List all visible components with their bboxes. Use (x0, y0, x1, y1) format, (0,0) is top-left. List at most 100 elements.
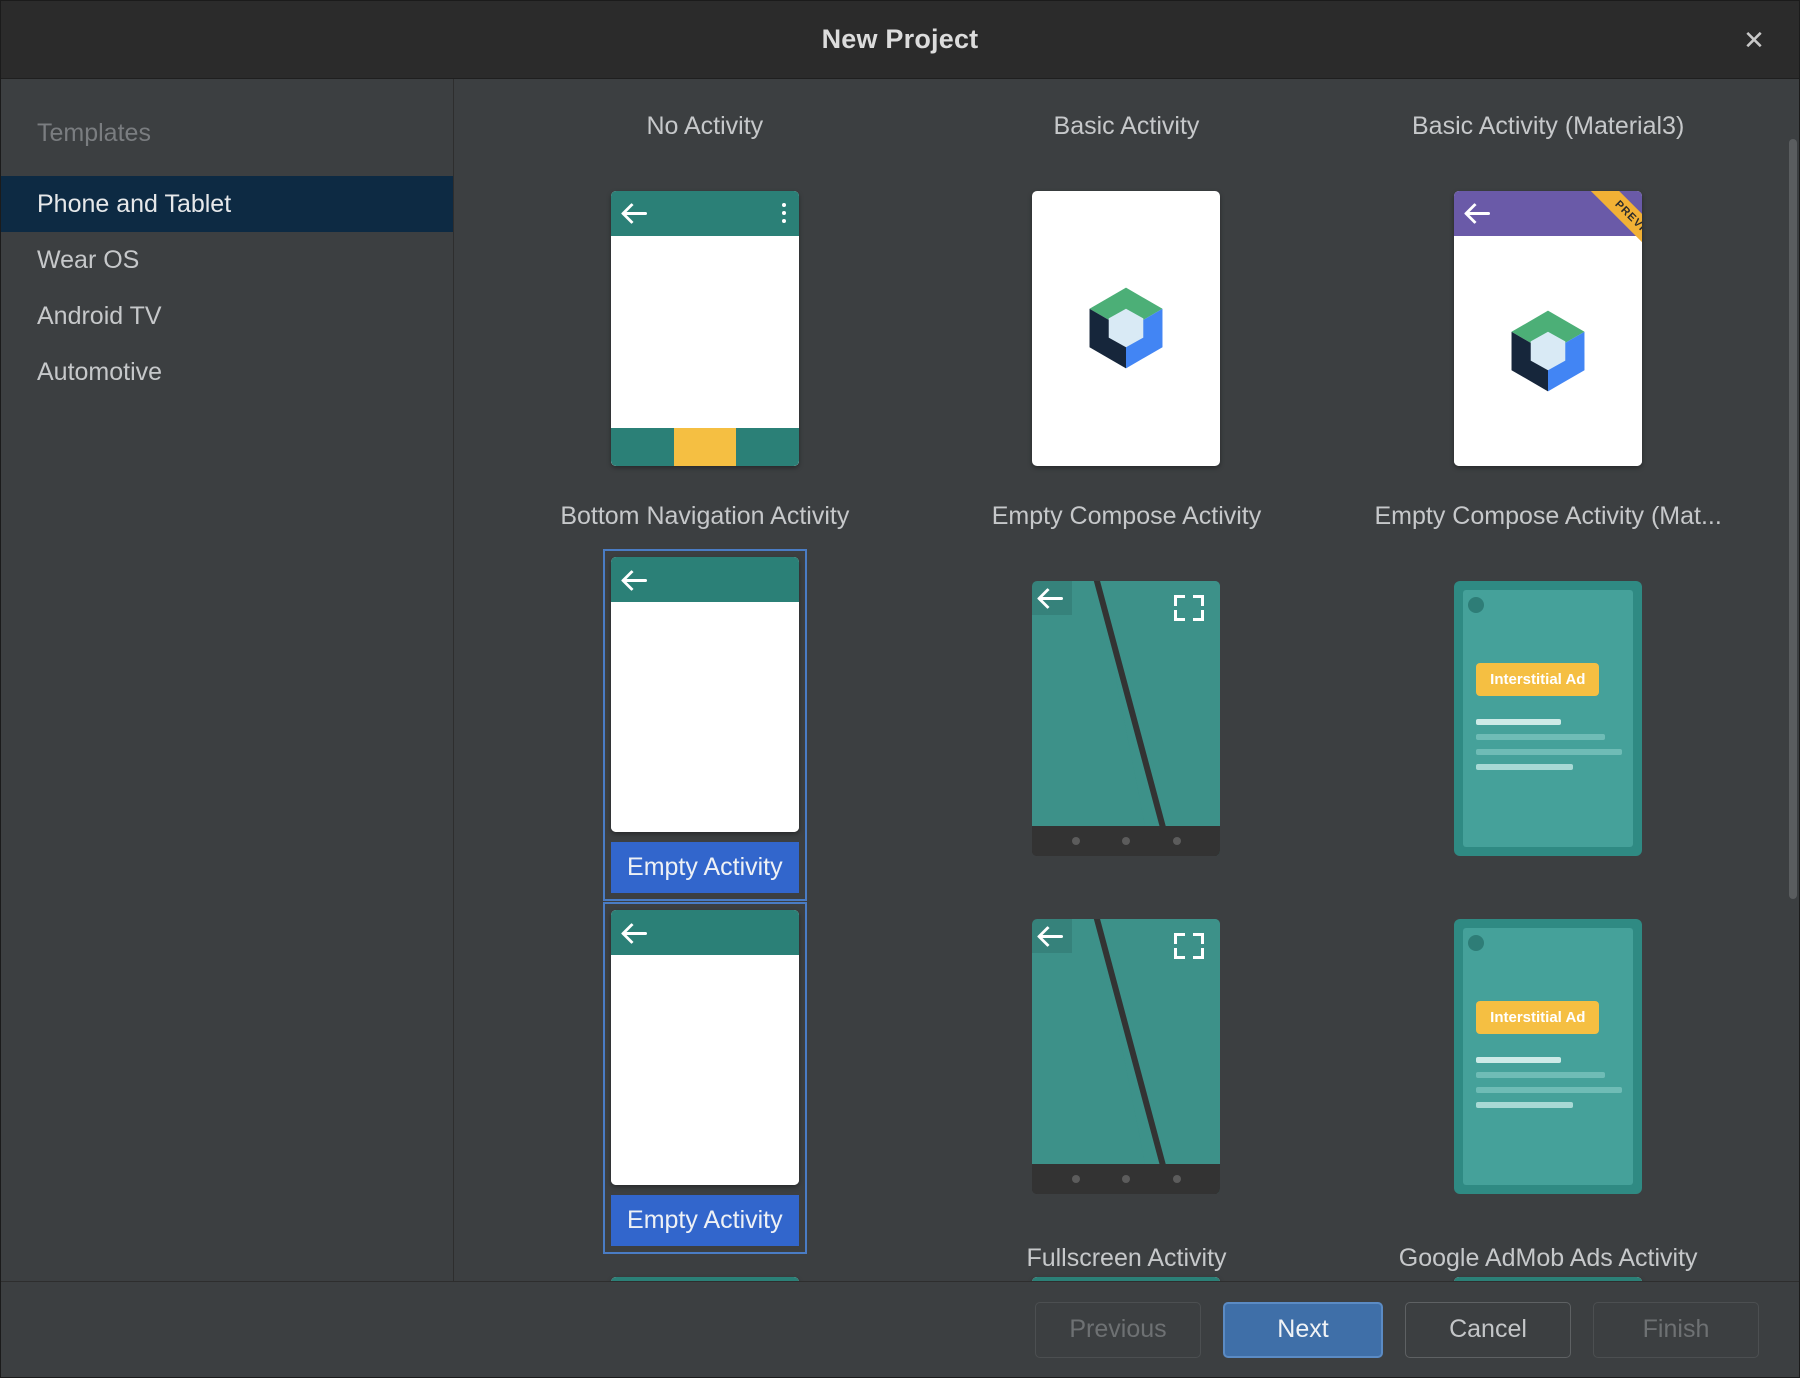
template-card-no-activity[interactable]: No Activity (494, 107, 916, 497)
nav-dot (1072, 837, 1080, 845)
close-icon[interactable]: ✕ (1735, 21, 1773, 59)
sidebar-item-phone-and-tablet[interactable]: Phone and Tablet (1, 176, 453, 232)
sidebar-header: Templates (1, 105, 453, 176)
template-thumbnail (494, 159, 916, 497)
phone-mock-fullscreen (1032, 919, 1220, 1194)
nav-dot (1173, 837, 1181, 845)
phone-mock-master-detail: ★ (1032, 1277, 1220, 1281)
back-arrow-icon (1039, 925, 1065, 947)
template-thumbnail (1337, 1277, 1759, 1281)
bottom-nav-segment (611, 428, 674, 466)
phone-mock-login (1454, 1277, 1642, 1281)
sidebar-item-label: Phone and Tablet (37, 190, 231, 219)
system-navigation-bar (1032, 1164, 1220, 1194)
nav-dot (1122, 1175, 1130, 1183)
app-bar (1032, 1277, 1220, 1281)
phone-content (611, 955, 799, 1185)
template-thumbnail: ★ (916, 1277, 1338, 1281)
app-bar (1454, 191, 1642, 236)
sidebar-item-label: Automotive (37, 358, 162, 387)
templates-sidebar: Templates Phone and Tablet Wear OS Andro… (1, 79, 454, 1281)
template-thumbnail (916, 549, 1338, 887)
phone-mock-admob: Interstitial Ad (1454, 581, 1642, 856)
template-thumbnail: Empty Activity (494, 887, 916, 1269)
nav-dot (1173, 1175, 1181, 1183)
dialog-body: Templates Phone and Tablet Wear OS Andro… (1, 79, 1799, 1281)
admob-interstitial-button: Interstitial Ad (1476, 1001, 1599, 1034)
fullscreen-expand-icon (1174, 933, 1204, 959)
selected-template-label: Empty Activity (611, 842, 799, 893)
template-thumbnail (916, 159, 1338, 497)
bottom-nav-segment-active (674, 428, 737, 466)
template-card-empty-activity[interactable]: Empty Activity (494, 887, 916, 1277)
template-label: No Activity (636, 107, 773, 145)
dialog-title: New Project (822, 24, 979, 55)
template-card-basic-activity-material3[interactable]: Basic Activity (Material3) (1337, 107, 1759, 497)
app-bar (611, 1277, 799, 1281)
app-bar (1032, 581, 1072, 615)
template-card-empty-compose-activity[interactable]: Empty Compose Activity (916, 497, 1338, 887)
app-bar (611, 910, 799, 955)
phone-content (611, 236, 799, 466)
cancel-button[interactable]: Cancel (1405, 1302, 1571, 1358)
admob-text-lines (1476, 1057, 1622, 1117)
nav-dot (1122, 837, 1130, 845)
admob-dot-icon (1468, 597, 1484, 613)
back-arrow-icon (623, 202, 649, 224)
bottom-nav-segment (736, 428, 799, 466)
phone-mock-admob: Interstitial Ad (1454, 919, 1642, 1194)
sidebar-item-wear-os[interactable]: Wear OS (1, 232, 453, 288)
sidebar-item-label: Wear OS (37, 246, 139, 275)
dialog-footer: Previous Next Cancel Finish (1, 1281, 1799, 1377)
template-label: Fullscreen Activity (1016, 1239, 1236, 1277)
new-project-dialog: New Project ✕ Templates Phone and Tablet… (0, 0, 1800, 1378)
templates-scrollbar[interactable] (1789, 139, 1797, 899)
template-label: Basic Activity (Material3) (1402, 107, 1694, 145)
dialog-titlebar: New Project ✕ (1, 1, 1799, 79)
nav-dot (1072, 1175, 1080, 1183)
app-bar (611, 191, 799, 236)
bottom-navigation-bar (611, 428, 799, 466)
template-thumbnail (916, 887, 1338, 1225)
next-button[interactable]: Next (1223, 1302, 1383, 1358)
phone-mock-no-activity (611, 191, 799, 466)
template-label: Empty Compose Activity (Mat... (1364, 497, 1731, 535)
template-card-login-activity[interactable] (1337, 1277, 1759, 1281)
back-arrow-icon (623, 569, 649, 591)
template-card-empty-compose-activity-material3[interactable]: Empty Compose Activity (Mat... Interstit… (1337, 497, 1759, 887)
template-thumbnail (494, 1277, 916, 1281)
jetpack-compose-logo-icon (1500, 303, 1596, 399)
fullscreen-expand-icon (1174, 595, 1204, 621)
selected-template-card[interactable]: Empty Activity (603, 549, 807, 901)
template-card-bottom-navigation-activity[interactable]: Bottom Navigation Activity Empty Activit… (494, 497, 916, 887)
templates-grid-panel: No Activity (454, 79, 1799, 1281)
previous-button[interactable]: Previous (1035, 1302, 1201, 1358)
admob-dot-icon (1468, 935, 1484, 951)
app-bar (1454, 1277, 1642, 1281)
templates-grid: No Activity (454, 79, 1799, 1281)
template-card-basic-activity[interactable]: Basic Activity (916, 107, 1338, 497)
phone-mock-basic-activity (1032, 191, 1220, 466)
template-card-master-detail-flow[interactable]: ★ (916, 1277, 1338, 1281)
sidebar-item-android-tv[interactable]: Android TV (1, 288, 453, 344)
sidebar-item-automotive[interactable]: Automotive (1, 344, 453, 400)
template-label: Bottom Navigation Activity (550, 497, 859, 535)
overflow-menu-icon (781, 203, 787, 223)
template-card-fullscreen-activity[interactable]: Fullscreen Activity (916, 887, 1338, 1277)
phone-content (611, 602, 799, 832)
template-card-google-maps-activity[interactable] (494, 1277, 916, 1281)
template-thumbnail: Empty Activity (494, 549, 916, 901)
jetpack-compose-logo-icon (1078, 280, 1174, 376)
back-arrow-icon (1039, 587, 1065, 609)
sidebar-item-label: Android TV (37, 302, 162, 331)
system-navigation-bar (1032, 826, 1220, 856)
selected-template-card-empty-activity[interactable]: Empty Activity (603, 902, 807, 1254)
template-label: Empty Compose Activity (982, 497, 1272, 535)
finish-button[interactable]: Finish (1593, 1302, 1759, 1358)
template-thumbnail: Interstitial Ad (1337, 887, 1759, 1225)
phone-mock-fullscreen (1032, 581, 1220, 856)
template-card-google-admob-ads-activity[interactable]: Interstitial Ad Google AdMob Ads Activit… (1337, 887, 1759, 1277)
back-arrow-icon (623, 922, 649, 944)
template-thumbnail: Interstitial Ad (1337, 549, 1759, 887)
back-arrow-icon (1466, 202, 1492, 224)
